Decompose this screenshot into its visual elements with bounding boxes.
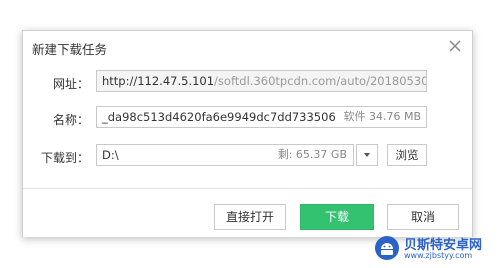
dialog-titlebar: 新建下载任务 xyxy=(23,31,472,61)
url-host: http://112.47.5.101 xyxy=(102,74,215,88)
dialog-title: 新建下载任务 xyxy=(32,42,108,57)
name-field[interactable]: _da98c513d4620fa6e9949dc7dd733506 软件 34.… xyxy=(96,106,427,128)
close-icon[interactable] xyxy=(447,38,463,54)
name-label: 名称： xyxy=(52,113,89,127)
site-watermark: 贝斯特安卓网 www.zjbstyy.com xyxy=(374,234,496,264)
dialog-footer: 直接打开 下载 取消 xyxy=(23,189,472,237)
url-rest: /softdl.360tpcdn.com/auto/20180530/10 xyxy=(214,74,427,88)
cancel-button[interactable]: 取消 xyxy=(387,204,459,230)
url-field[interactable]: http://112.47.5.101/softdl.360tpcdn.com/… xyxy=(96,70,427,92)
save-path-value: D:\ xyxy=(102,148,119,162)
url-label: 网址： xyxy=(52,77,89,91)
download-button[interactable]: 下载 xyxy=(300,204,374,230)
chevron-down-icon[interactable] xyxy=(356,144,378,166)
watermark-url: www.zjbstyy.com xyxy=(404,251,473,260)
name-value: _da98c513d4620fa6e9949dc7dd733506 xyxy=(102,110,336,124)
open-directly-button[interactable]: 直接打开 xyxy=(214,204,286,230)
browse-button[interactable]: 浏览 xyxy=(387,144,427,166)
new-download-dialog: 新建下载任务 网址： http://112.47.5.101/softdl.36… xyxy=(22,30,473,237)
save-path-label: 下载到： xyxy=(40,151,89,165)
file-size-text: 软件 34.76 MB xyxy=(343,110,421,123)
save-path-field[interactable]: D:\ 剩: 65.37 GB xyxy=(96,144,354,166)
free-space-text: 剩: 65.37 GB xyxy=(277,148,347,161)
android-logo-icon xyxy=(374,235,400,261)
